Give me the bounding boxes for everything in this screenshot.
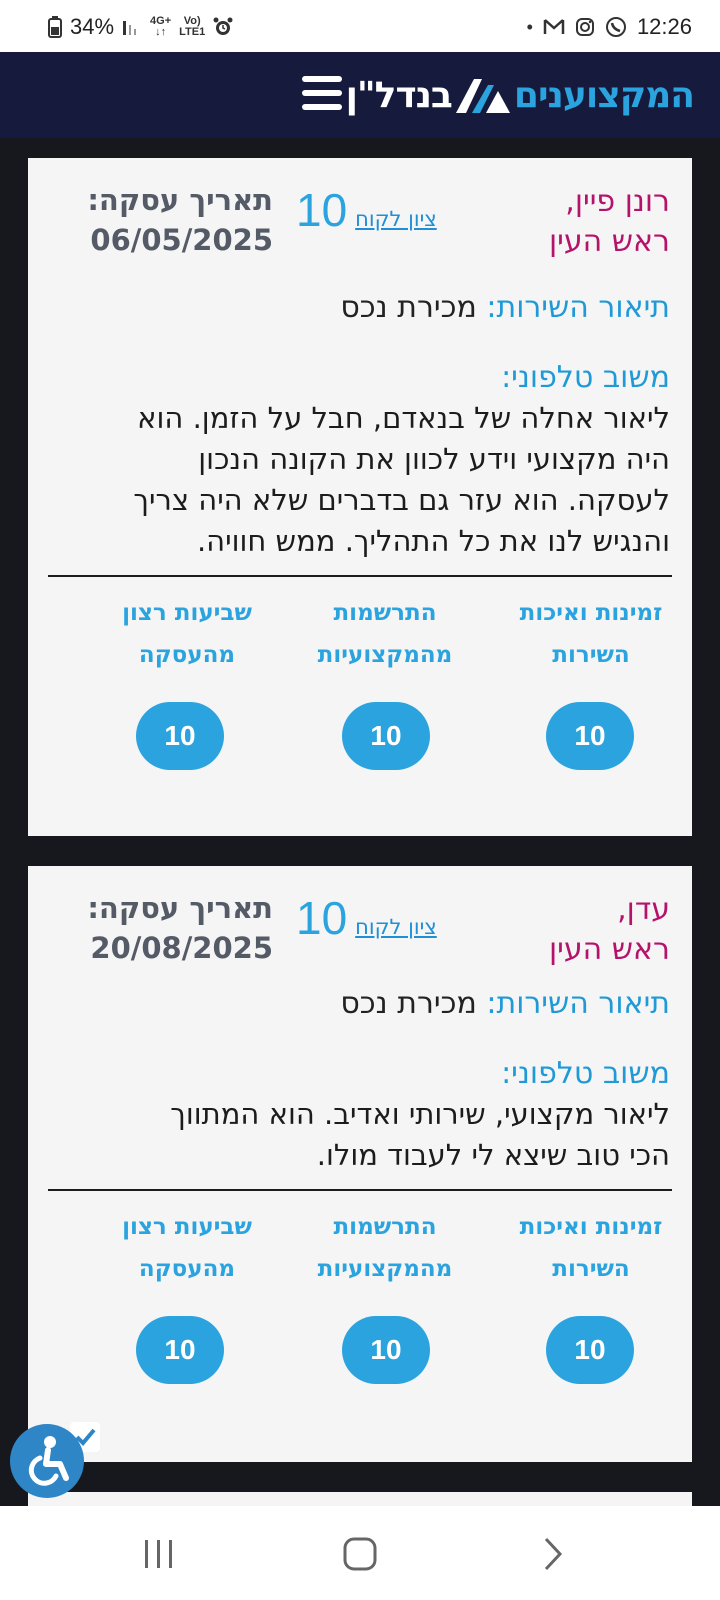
deal-date: תאריך עסקה: 06/05/2025 bbox=[73, 180, 273, 260]
reviewer-name: רונן פיין, ראש העין bbox=[549, 182, 670, 262]
service-description: תיאור השירות: מכירת נכס bbox=[340, 984, 670, 1024]
divider bbox=[48, 575, 672, 577]
customer-score-link[interactable]: ציון לקוח bbox=[355, 915, 437, 939]
logo-word-1: המקצוענים bbox=[513, 74, 695, 116]
review-line: והנגיש לנו את כל התהליך. ממש חוויה. bbox=[196, 524, 670, 558]
review-card: עדן, ראש העין ציון לקוח 10 תאריך עסקה: 2… bbox=[28, 866, 692, 1462]
phone-feedback-title: משוב טלפוני: bbox=[501, 360, 670, 395]
deal-date-value: 20/08/2025 bbox=[90, 931, 273, 965]
service-description: תיאור השירות: מכירת נכס bbox=[340, 288, 670, 328]
divider bbox=[48, 1189, 672, 1191]
review-line: לעסקה. הוא עזר גם בדברים שלא היה צריך bbox=[133, 483, 670, 517]
review-card: רונן פיין, ראש העין ציון לקוח 10 תאריך ע… bbox=[28, 158, 692, 836]
service-value: מכירת נכס bbox=[340, 290, 477, 325]
customer-score-link[interactable]: ציון לקוח bbox=[355, 207, 437, 231]
site-header: המקצוענים בנדל"ן bbox=[0, 52, 720, 138]
reviewer-city: ראש העין bbox=[548, 224, 670, 259]
review-text: ליאור מקצועי, שירותי ואדיב. הוא המתווך ה… bbox=[50, 1094, 670, 1176]
review-line: היה מקצועי וידע לכוון את הקונה הנכון bbox=[198, 442, 670, 476]
network-indicator: 4G+ ↓↑ bbox=[150, 16, 171, 38]
status-bar: 34% 4G+ ↓↑ Vo) LTE1 • 12:26 bbox=[0, 0, 720, 52]
logo-mark-icon bbox=[455, 79, 510, 113]
customer-score: ציון לקוח 10 bbox=[296, 892, 437, 944]
category-score-badge: 10 bbox=[136, 1316, 224, 1384]
service-label: תיאור השירות: bbox=[486, 986, 670, 1021]
category-availability: זמינות ואיכות השירות bbox=[519, 1214, 663, 1282]
recent-apps-icon[interactable] bbox=[142, 1538, 176, 1570]
category-satisfaction: שביעות רצון מהעסקה bbox=[122, 600, 252, 668]
category-score-badge: 10 bbox=[546, 702, 634, 770]
review-line: הכי טוב שיצא לי לעבוד מולו. bbox=[316, 1138, 670, 1172]
deal-date-value: 06/05/2025 bbox=[90, 223, 273, 257]
site-logo[interactable]: המקצוענים בנדל"ן bbox=[345, 70, 695, 120]
customer-score: ציון לקוח 10 bbox=[296, 184, 437, 236]
review-line: ליאור מקצועי, שירותי ואדיב. הוא המתווך bbox=[170, 1097, 670, 1131]
category-score-badge: 10 bbox=[546, 1316, 634, 1384]
phone-feedback-title: משוב טלפוני: bbox=[501, 1056, 670, 1091]
customer-score-value: 10 bbox=[296, 892, 348, 944]
service-label: תיאור השירות: bbox=[486, 290, 670, 325]
hamburger-menu-icon[interactable] bbox=[302, 76, 342, 112]
whatsapp-icon bbox=[605, 17, 626, 37]
deal-date: תאריך עסקה: 20/08/2025 bbox=[73, 888, 273, 968]
logo-word-2: בנדל"ן bbox=[345, 74, 453, 116]
review-text: ליאור אחלה של בנאדם, חבל על הזמן. הוא הי… bbox=[50, 398, 670, 562]
volte-bottom: LTE1 bbox=[179, 26, 206, 38]
volte-indicator: Vo) LTE1 bbox=[179, 16, 205, 38]
clock: 12:26 bbox=[636, 14, 692, 39]
battery-percent: 34% bbox=[70, 14, 115, 39]
notification-dot-icon: • bbox=[526, 16, 533, 37]
status-left: 34% 4G+ ↓↑ Vo) LTE1 bbox=[48, 14, 233, 40]
gmail-icon bbox=[543, 19, 565, 34]
deal-date-label: תאריך עסקה: bbox=[87, 183, 273, 217]
reviewer-name-line1: רונן פיין, bbox=[565, 184, 670, 219]
deal-date-label: תאריך עסקה: bbox=[87, 891, 273, 925]
accessibility-icon[interactable] bbox=[10, 1424, 84, 1498]
alarm-icon bbox=[213, 17, 233, 35]
signal-icon bbox=[123, 21, 137, 35]
category-score-badge: 10 bbox=[342, 702, 430, 770]
category-professionalism: התרשמות מהמקצועיות bbox=[317, 600, 453, 668]
review-line: ליאור אחלה של בנאדם, חבל על הזמן. הוא bbox=[137, 401, 670, 435]
reviewer-name: עדן, ראש העין bbox=[549, 890, 670, 970]
category-score-badge: 10 bbox=[342, 1316, 430, 1384]
back-icon[interactable] bbox=[540, 1536, 566, 1572]
reviewer-name-line1: עדן, bbox=[617, 892, 670, 927]
network-arrows-icon: ↓↑ bbox=[155, 26, 167, 38]
customer-score-value: 10 bbox=[296, 184, 348, 236]
status-right: • 12:26 bbox=[527, 14, 692, 40]
category-satisfaction: שביעות רצון מהעסקה bbox=[122, 1214, 252, 1282]
battery-icon bbox=[48, 16, 62, 38]
category-score-badge: 10 bbox=[136, 702, 224, 770]
category-availability: זמינות ואיכות השירות bbox=[519, 600, 663, 668]
home-icon[interactable] bbox=[342, 1536, 378, 1572]
instagram-icon bbox=[575, 18, 594, 36]
reviewer-city: ראש העין bbox=[548, 932, 670, 967]
category-professionalism: התרשמות מהמקצועיות bbox=[317, 1214, 453, 1282]
service-value: מכירת נכס bbox=[340, 986, 477, 1021]
system-nav-bar bbox=[0, 1506, 720, 1600]
